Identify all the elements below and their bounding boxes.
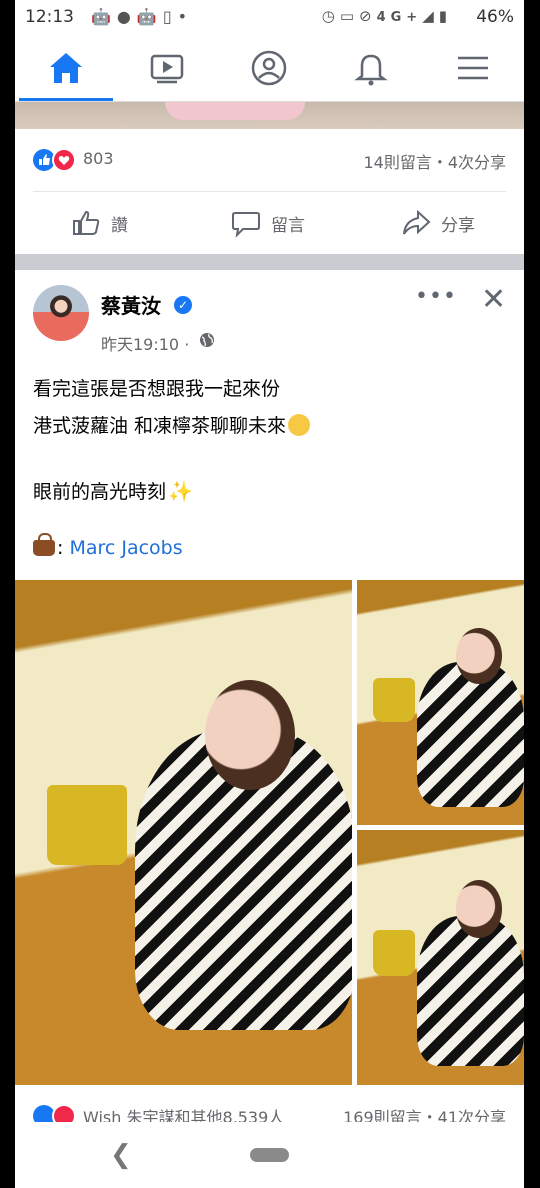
video-icon: [150, 54, 184, 84]
share-button[interactable]: 分享: [401, 206, 475, 240]
nav-profile[interactable]: [249, 48, 289, 88]
alarm-icon: ◷: [321, 7, 340, 25]
reactors-text[interactable]: Wish 朱宇謀和其他8,539人: [83, 1104, 284, 1124]
globe-icon: [200, 333, 214, 347]
network-label: 4G+: [376, 10, 423, 25]
top-nav-bar: [15, 36, 524, 102]
reaction-icons[interactable]: [33, 1104, 77, 1124]
post-text-line-2-text: 港式菠蘿油 和凍檸茶聊聊未來: [33, 415, 287, 437]
android-nav-bar: ❮: [15, 1122, 524, 1188]
cast-icon: ▭: [339, 7, 359, 25]
status-bar: 12:13 🤖●🤖▯• ◷▭⊘4G+◢▮ 46%: [15, 0, 524, 36]
post-photo-main[interactable]: [15, 580, 352, 1085]
back-icon[interactable]: ❮: [110, 1140, 132, 1170]
dot-icon: •: [177, 7, 194, 26]
blushing-emoji-icon: [288, 414, 311, 436]
nav-menu[interactable]: [453, 48, 493, 88]
comments-shares-count[interactable]: 14則留言・4次分享: [363, 149, 506, 173]
post-separator: [15, 254, 524, 270]
battery-icon: ▮: [438, 7, 452, 25]
post-text-line-1: 看完這張是否想跟我一起來份: [33, 378, 281, 400]
post-reactions: Wish 朱宇謀和其他8,539人 169則留言・41次分享: [15, 1096, 524, 1124]
like-label: 讚: [111, 215, 128, 236]
brand-line: : Marc Jacobs: [33, 533, 183, 559]
yellow-handbag: [373, 678, 415, 722]
post-text-line-2: 港式菠蘿油 和凍檸茶聊聊未來: [33, 411, 311, 438]
home-pill-button[interactable]: [250, 1148, 289, 1162]
profile-icon: [251, 50, 287, 86]
person-head: [456, 628, 502, 684]
android-icon: 🤖: [91, 7, 117, 26]
android-icon-2: 🤖: [136, 7, 163, 26]
author-avatar[interactable]: [33, 285, 89, 341]
comment-label: 留言: [271, 215, 305, 236]
previous-post-reactions: 803 14則留言・4次分享: [15, 129, 524, 191]
share-icon: [403, 209, 431, 235]
share-label: 分享: [441, 215, 475, 236]
close-icon[interactable]: ✕: [481, 282, 506, 317]
author-name[interactable]: 蔡黃汝: [101, 290, 161, 319]
verified-badge-icon: ✓: [174, 296, 192, 314]
mute-icon: ⊘: [359, 7, 377, 25]
post-text-line-3: 眼前的高光時刻 ✨: [33, 477, 193, 504]
person-head: [205, 680, 295, 790]
notification-icons: 🤖●🤖▯•: [91, 7, 193, 26]
system-icons: ◷▭⊘4G+◢▮: [322, 7, 452, 25]
handbag-icon: [33, 533, 55, 556]
hamburger-menu-icon: [458, 56, 488, 80]
previous-post-image[interactable]: [15, 102, 524, 129]
yellow-handbag: [373, 930, 415, 976]
bell-icon: [354, 54, 388, 86]
sparkles-icon: ✨: [168, 479, 193, 503]
reaction-icons[interactable]: [33, 148, 77, 172]
person-head: [456, 880, 502, 938]
status-time: 12:13: [25, 7, 74, 27]
file-icon: ▯: [162, 7, 178, 26]
signal-icon: ◢: [422, 7, 439, 25]
facebook-screen: 12:13 🤖●🤖▯• ◷▭⊘4G+◢▮ 46% 803 14則留言・4次分享 …: [15, 0, 524, 1188]
brand-prefix: :: [57, 537, 64, 559]
post-photo-bottom-right[interactable]: [357, 830, 524, 1085]
battery-percent: 46%: [476, 7, 514, 27]
like-button[interactable]: 讚: [71, 206, 128, 240]
post-comments-shares[interactable]: 169則留言・41次分享: [343, 1104, 506, 1124]
comment-button[interactable]: 留言: [231, 206, 305, 240]
reaction-count[interactable]: 803: [83, 149, 114, 168]
post-time[interactable]: 昨天19:10 ·: [101, 331, 189, 355]
post-text-line-3-text: 眼前的高光時刻: [33, 481, 167, 503]
thumbs-up-icon: [73, 210, 100, 235]
more-options-button[interactable]: •••: [415, 284, 457, 309]
person-figure: [417, 662, 524, 807]
brand-link[interactable]: Marc Jacobs: [69, 537, 182, 559]
home-icon: [50, 53, 82, 83]
person-figure: [417, 916, 524, 1066]
nav-watch[interactable]: [147, 48, 187, 88]
previous-image-detail: [165, 102, 305, 120]
previous-post-actions: 讚 留言 分享: [15, 192, 524, 254]
comment-icon: [232, 212, 260, 238]
nav-notifications[interactable]: [351, 48, 391, 88]
post-photo-top-right[interactable]: [357, 580, 524, 825]
chat-icon: ●: [116, 7, 137, 26]
yellow-handbag: [47, 785, 127, 865]
nav-home[interactable]: [46, 48, 86, 88]
